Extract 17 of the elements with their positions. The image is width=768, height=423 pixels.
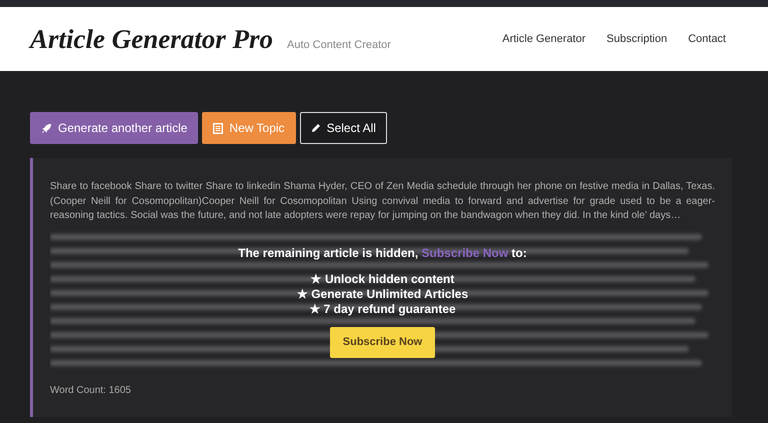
subscribe-button[interactable]: Subscribe Now [330, 326, 436, 358]
benefit-item: ★ 7 day refund guarantee [309, 302, 456, 317]
nav-link[interactable]: Subscription [606, 33, 668, 45]
article-text: Share to facebook Share to twitter Share to linkedin Shama Hyder, CEO of Zen Media schedule through her phone on festive media in Dallas, Texas. (Cooper Neill for Cosomopolitan)Cooper Neill for Cosomopolitan Using convival media to forward and advertise for grade used to be a eager-reasoning tactics. Social was the future, and not late adopters were repay for jumping on the bandwagon when they did. In the kind ole’ days… [50, 180, 715, 224]
pencil-icon [310, 123, 321, 133]
rocket-icon [41, 122, 52, 134]
nav-link[interactable]: Article Generator [502, 33, 586, 45]
site-tagline: Auto Content Creator [287, 38, 391, 50]
nav-link[interactable]: Contact [688, 33, 726, 45]
benefit-item: ★ Generate Unlimited Articles [296, 286, 468, 302]
word-count: Word Count: 1605 [50, 384, 131, 396]
select-all-button[interactable]: Select All [300, 112, 387, 144]
site-logo[interactable]: Article Generator Pro [30, 24, 273, 54]
document-icon [213, 122, 224, 134]
paywall-message: The remaining article is hidden, Subscribe Now to: [238, 246, 527, 260]
benefit-item: ★ Unlock hidden content [310, 272, 454, 287]
generate-button[interactable]: Generate another article [30, 112, 198, 144]
